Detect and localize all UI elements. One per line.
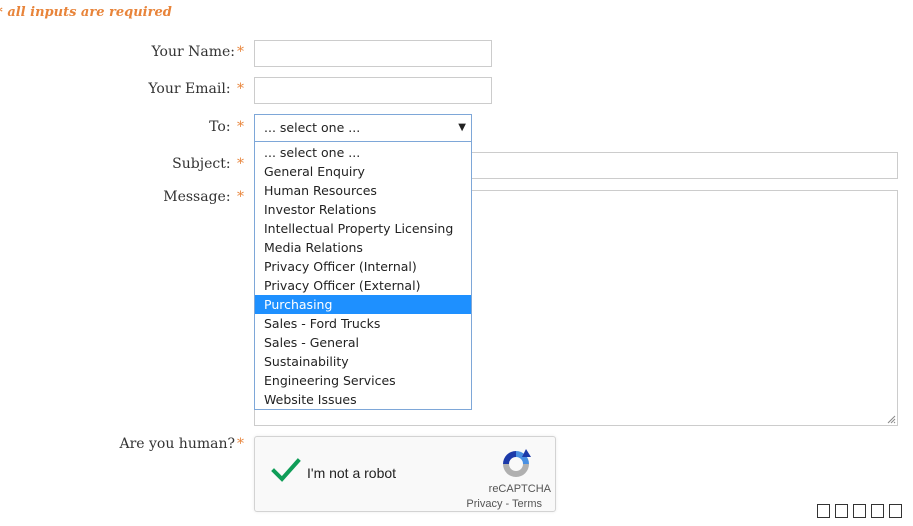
dropdown-option[interactable]: Investor Relations: [255, 200, 471, 219]
dropdown-option[interactable]: Sustainability: [255, 352, 471, 371]
required-star: *: [237, 156, 244, 172]
recaptcha-logo-icon: [503, 449, 531, 477]
glyph-box: [835, 504, 848, 518]
dropdown-option[interactable]: Intellectual Property Licensing: [255, 219, 471, 238]
link-separator: -: [502, 498, 513, 510]
dropdown-option[interactable]: Website Issues: [255, 390, 471, 409]
subject-label-text: Subject:: [172, 156, 231, 172]
dropdown-option[interactable]: ... select one ...: [255, 143, 471, 162]
to-label: To: *: [209, 119, 244, 135]
dropdown-option[interactable]: Human Resources: [255, 181, 471, 200]
dropdown-option[interactable]: Sales - Ford Trucks: [255, 314, 471, 333]
dropdown-option[interactable]: Privacy Officer (External): [255, 276, 471, 295]
to-label-text: To:: [209, 119, 231, 135]
glyph-box: [853, 504, 866, 518]
to-dropdown-list: ... select one ... General Enquiry Human R…: [254, 142, 472, 410]
dropdown-arrow-icon[interactable]: ▼: [458, 115, 466, 141]
email-label: Your Email: *: [148, 81, 244, 97]
required-star: *: [237, 189, 244, 205]
message-label: Message: *: [163, 189, 244, 205]
dropdown-option[interactable]: General Enquiry: [255, 162, 471, 181]
email-label-text: Your Email:: [148, 81, 231, 97]
glyph-box: [817, 504, 830, 518]
checkmark-icon[interactable]: [271, 456, 301, 486]
privacy-link[interactable]: Privacy: [466, 498, 502, 510]
resize-grip-icon[interactable]: [886, 414, 896, 424]
glyph-box: [871, 504, 884, 518]
human-label: Are you human? *: [119, 436, 244, 452]
subject-label: Subject: *: [172, 156, 244, 172]
required-star: *: [237, 81, 244, 97]
recaptcha-links: Privacy - Terms: [466, 498, 542, 510]
terms-link[interactable]: Terms: [512, 498, 542, 510]
required-star: *: [237, 436, 244, 452]
to-select[interactable]: ... select one ... ▼: [254, 114, 472, 142]
recaptcha-widget: I'm not a robot reCAPTCHA Privacy - Term…: [254, 436, 556, 512]
dropdown-option[interactable]: Engineering Services: [255, 371, 471, 390]
glyph-box: [889, 504, 902, 518]
email-input[interactable]: [254, 77, 492, 104]
required-star: *: [237, 119, 244, 135]
name-input[interactable]: [254, 40, 492, 67]
message-label-text: Message:: [163, 189, 231, 205]
name-label-text: Your Name:: [151, 44, 236, 60]
placeholder-glyph-boxes: [817, 504, 902, 518]
dropdown-option[interactable]: Privacy Officer (Internal): [255, 257, 471, 276]
recaptcha-brand: reCAPTCHA: [488, 483, 551, 495]
dropdown-option[interactable]: Sales - General: [255, 333, 471, 352]
to-select-value: ... select one ...: [264, 120, 361, 135]
recaptcha-label: I'm not a robot: [307, 465, 397, 481]
dropdown-option[interactable]: Media Relations: [255, 238, 471, 257]
dropdown-option[interactable]: Purchasing: [255, 295, 471, 314]
name-label: Your Name: *: [152, 44, 245, 60]
required-note: * all inputs are required: [0, 5, 172, 20]
human-label-text: Are you human?: [119, 436, 235, 452]
required-star: *: [237, 44, 244, 60]
